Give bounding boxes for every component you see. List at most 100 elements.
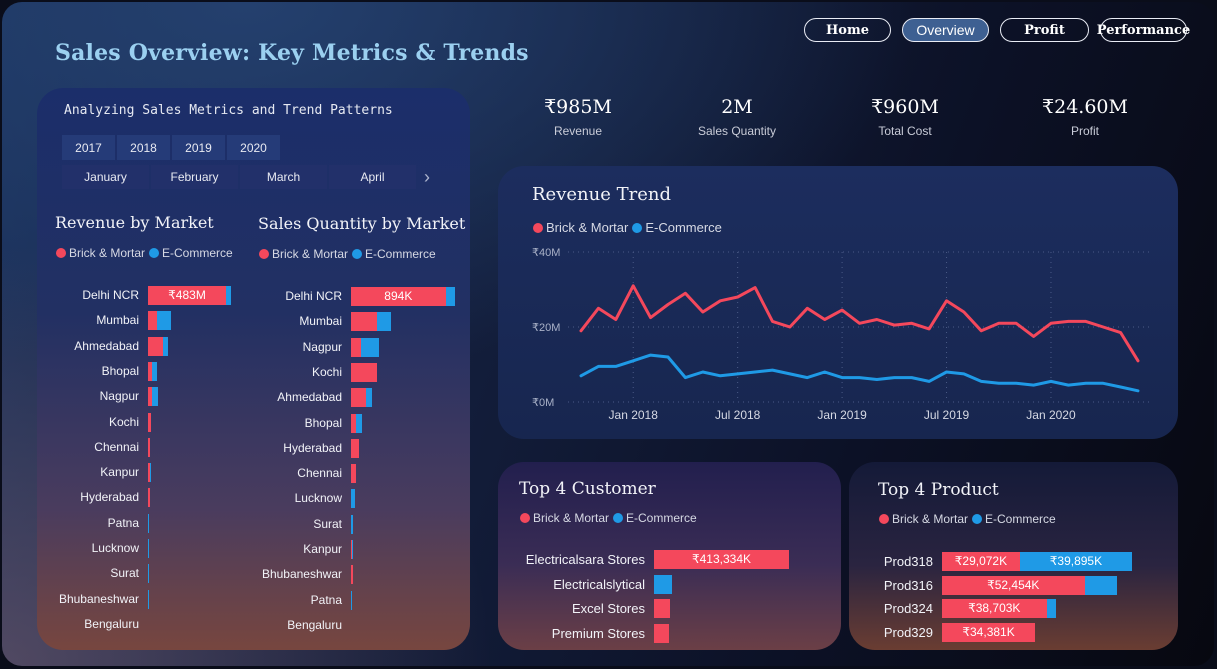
year-2017-button[interactable]: 2017 [62,135,115,160]
product-label: Prod324 [883,601,933,617]
legend-brick: Brick & Mortar [892,512,969,526]
year-slicer: 2017 2018 2019 2020 [62,135,282,160]
kpi-label: Total Cost [878,124,932,138]
kpi-card: ₹960M Total Cost [835,96,975,138]
quantity-market-bar [351,312,391,332]
quantity-market-bar [351,464,357,484]
x-tick-label: Jul 2019 [924,408,970,422]
x-tick-label: Jul 2018 [715,408,761,422]
customer-label: Excel Stores [572,601,645,616]
revenue-market-label: Lucknow [91,541,139,555]
quantity-market-label: Kochi [311,364,342,379]
quantity-market-label: Lucknow [294,491,342,506]
customer-segment-ecom [654,574,672,594]
product-value-label: ₹52,454K [987,577,1040,592]
revenue-market-bar [148,539,149,558]
revenue-market-segment-brick [148,311,158,331]
customer-value-label: ₹413,334K [691,552,751,566]
revenue-by-market-legend: Brick & Mortar E-Commerce [56,246,237,260]
revenue-market-segment-ecom [157,311,171,331]
quantity-market-segment-ecom [351,590,353,610]
product-label: Prod316 [883,577,933,593]
quantity-market-segment-ecom [356,413,363,433]
product-segment-ecom [1046,599,1056,619]
month-april-button[interactable]: April [329,165,416,189]
legend-brick: Brick & Mortar [69,246,146,260]
legend-dot-brick [520,513,530,523]
revenue-market-segment-ecom [148,539,149,558]
y-tick-label: ₹0M [532,397,554,409]
quantity-market-segment-ecom [377,312,391,332]
year-2018-button[interactable]: 2018 [117,135,170,160]
revenue-market-bar [148,361,157,381]
quantity-market-bar [351,514,354,534]
top-customers-title: Top 4 Customer [519,479,656,499]
series-line-e-commerce [579,353,1140,393]
quantity-market-segment-brick [351,565,354,585]
quantity-market-label: Nagpur [302,339,342,354]
revenue-trend-chart: ₹40M ₹20M ₹0M Jan 2018 Jul 2018 Jan 2019 Jul 2… [532,247,1150,422]
legend-dot-brick [259,249,269,259]
revenue-market-bar [148,336,169,356]
year-2019-button[interactable]: 2019 [172,135,225,160]
top-products-title: Top 4 Product [878,480,999,500]
revenue-market-segment-ecom [149,463,151,483]
legend-brick: Brick & Mortar [272,247,349,261]
kpi-value: ₹985M [544,96,612,118]
kpi-card: ₹985M Revenue [508,96,648,138]
revenue-market-segment-ecom [151,361,157,381]
kpi-value: 2M [721,96,753,118]
quantity-market-segment-ecom [352,540,354,559]
revenue-market-label: Chennai [94,439,139,454]
product-value-label: ₹39,895K [1049,554,1103,568]
customer-label: Electricalsara Stores [525,552,645,567]
revenue-market-bar [148,311,171,331]
top-customers-legend: Brick & Mortar E-Commerce [520,511,701,525]
quantity-market-segment-brick [351,337,362,357]
revenue-market-label: Patna [107,515,139,530]
legend-dot-brick [879,514,889,524]
legend-dot-ecom [972,514,983,524]
quantity-market-label: Patna [310,592,342,607]
x-tick-label: Jan 2019 [817,408,867,422]
quantity-by-market-legend: Brick & Mortar E-Commerce [259,247,440,261]
revenue-market-label: Bhubaneshwar [58,591,139,606]
quantity-market-bar [351,337,380,357]
quantity-market-label: Surat [313,516,342,531]
chevron-right-icon[interactable]: › [424,167,430,188]
quantity-market-bar [351,362,377,382]
revenue-market-label: Mumbai [96,313,139,328]
product-value-label: ₹29,072K [954,554,1008,568]
revenue-market-label: Kanpur [100,465,139,480]
nav-home-button[interactable]: Home [804,18,891,42]
quantity-market-label: Bhubaneshwar [261,567,342,582]
month-march-button[interactable]: March [240,165,327,189]
quantity-market-segment-ecom [351,514,354,534]
quantity-market-label: Bengaluru [287,617,342,632]
quantity-market-label: Chennai [297,466,342,481]
revenue-market-segment-brick [148,488,150,508]
customer-segment-brick [654,599,671,618]
legend-dot-ecom [352,249,363,259]
month-january-button[interactable]: January [62,165,149,189]
quantity-market-bar [351,413,363,433]
customer-bar [654,574,672,594]
month-slicer: January February March April [62,165,418,189]
quantity-market-segment-brick [351,388,366,408]
panel-subheading: Analyzing Sales Metrics and Trend Patter… [64,103,393,118]
customer-label: Electricalslytical [553,576,645,592]
series-line-brick-mortar [579,284,1140,363]
nav-performance-button[interactable]: Performance [1097,18,1190,42]
kpi-label: Sales Quantity [697,124,777,138]
revenue-market-bar [148,387,159,407]
revenue-market-label: Nagpur [99,389,139,404]
revenue-market-label: Bhopal [101,363,139,378]
x-tick-label: Jan 2020 [1026,408,1076,422]
nav-overview-button[interactable]: Overview [902,18,989,42]
revenue-market-segment-brick [148,437,151,457]
year-2020-button[interactable]: 2020 [227,135,280,160]
revenue-market-bar [148,564,149,584]
month-february-button[interactable]: February [151,165,238,189]
nav-profit-button[interactable]: Profit [1000,18,1089,42]
revenue-market-label: Delhi NCR [82,288,139,302]
